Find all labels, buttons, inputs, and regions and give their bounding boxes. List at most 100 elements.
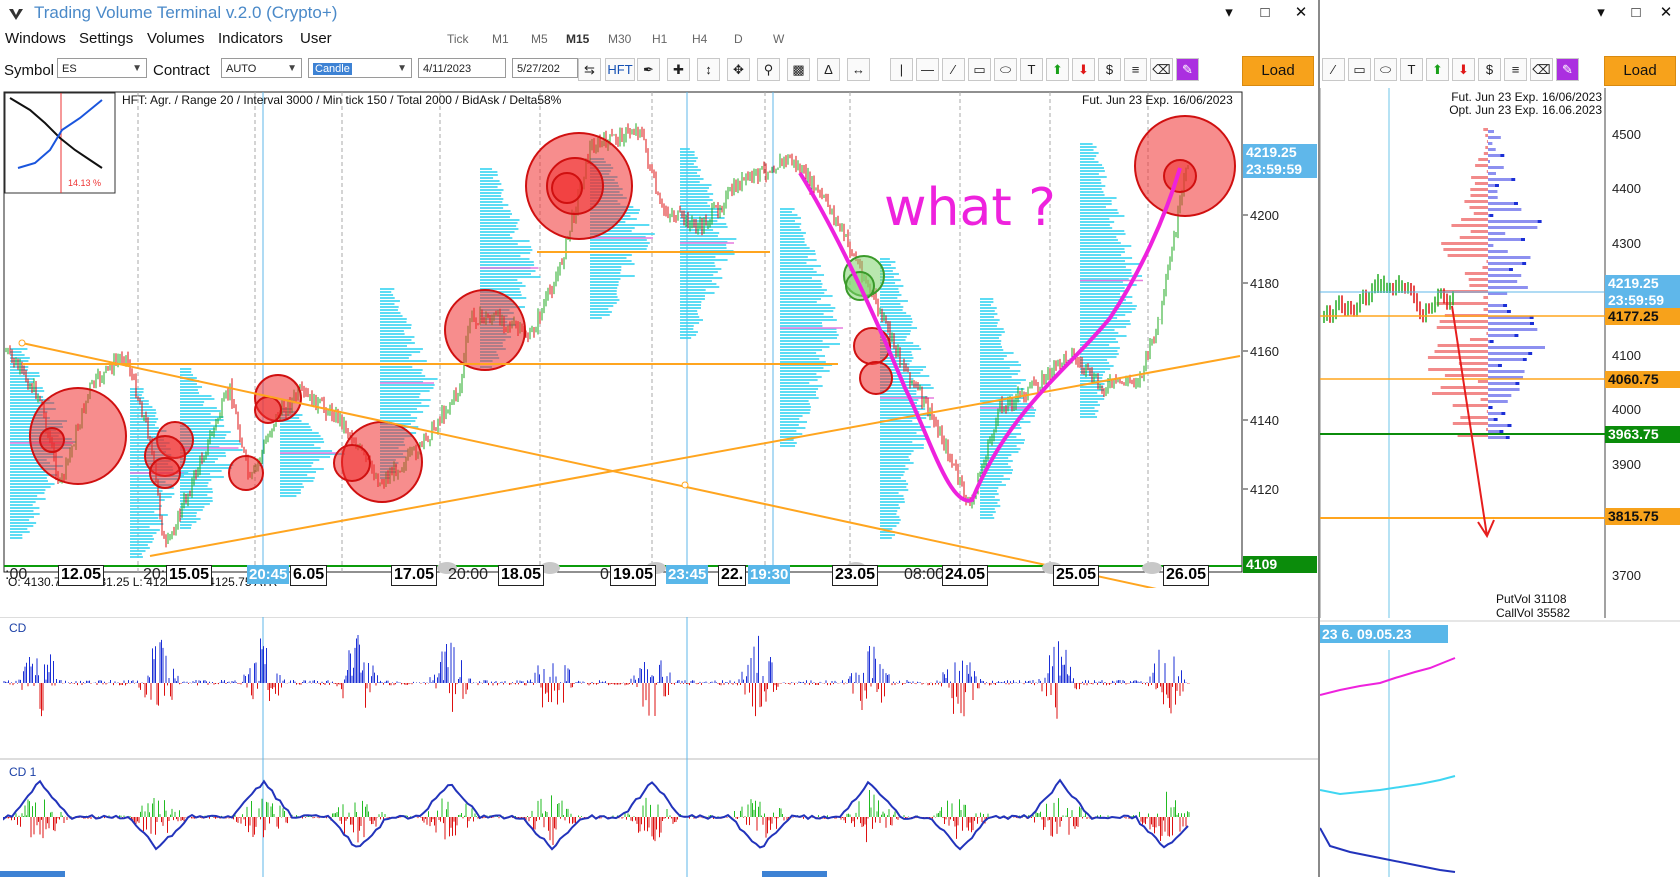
price-axis-label: 4200 — [1250, 208, 1279, 223]
arrows-icon[interactable]: ⇆ — [578, 58, 601, 81]
close-button[interactable]: ✕ — [1290, 3, 1312, 23]
side-close-button[interactable]: ✕ — [1655, 3, 1677, 23]
dollar-icon[interactable]: $ — [1478, 58, 1501, 81]
side-load-button[interactable]: Load — [1604, 56, 1676, 86]
timeframe-m30[interactable]: M30 — [608, 32, 631, 46]
timeframe-m15[interactable]: M15 — [566, 32, 589, 46]
level-tag-3: 3963.75 — [1605, 426, 1680, 443]
side-price-label: 3700 — [1612, 568, 1641, 583]
date-label: 23.05 — [832, 565, 879, 586]
chart-type-select[interactable]: Candle ▼ — [308, 58, 412, 78]
load-button[interactable]: Load — [1242, 56, 1314, 86]
options-volume-bars — [1427, 128, 1545, 439]
fibonacci-icon[interactable]: ≡ — [1504, 58, 1527, 81]
range-icon[interactable]: ↔ — [847, 58, 870, 81]
chevron-down-icon: ▼ — [132, 63, 142, 74]
timeframe-h1[interactable]: H1 — [652, 32, 667, 46]
timeframe-m5[interactable]: M5 — [531, 32, 548, 46]
side-price-label: 4000 — [1612, 402, 1641, 417]
date-label: 6.05 — [290, 565, 328, 586]
contract-label: Contract — [153, 62, 210, 79]
put-volume: PutVol 31108 — [1496, 592, 1567, 606]
options-window: ▾ □ ✕ ∕ ▭ ⬭ T ⬆ ⬇ $ ≡ ⌫ ✎ Load Fut. Jun … — [1320, 0, 1680, 877]
contract-select[interactable]: AUTO ▼ — [221, 58, 302, 78]
time-text: 20:00 — [448, 566, 489, 583]
cd1-panel-label: CD 1 — [9, 765, 37, 779]
current-price-tag: 4219.25 — [1243, 144, 1317, 161]
menu-user[interactable]: User — [300, 30, 332, 47]
price-axis-label: 4140 — [1250, 413, 1279, 428]
timeframe-m1[interactable]: M1 — [492, 32, 509, 46]
options-chart[interactable]: Fut. Jun 23 Exp. 16/06/2023 Opt. Jun 23 … — [1320, 88, 1680, 628]
arrow-up-icon[interactable]: ⬆ — [1046, 58, 1069, 81]
menu-settings[interactable]: Settings — [79, 30, 133, 47]
timeframe-h4[interactable]: H4 — [692, 32, 707, 46]
cd1-line — [3, 778, 1189, 851]
trend-line-icon[interactable]: ∕ — [942, 58, 965, 81]
price-axis-label: 4180 — [1250, 276, 1279, 291]
arrow-down-icon[interactable]: ⬇ — [1452, 58, 1475, 81]
move-icon[interactable]: ✥ — [727, 58, 750, 81]
side-maximize-button[interactable]: □ — [1625, 3, 1647, 23]
timeframe-w[interactable]: W — [773, 32, 784, 46]
main-price-chart[interactable]: what ? 14.13 % HFT: Agr. / Range 20 / In… — [0, 88, 1318, 588]
menu-indicators[interactable]: Indicators — [218, 30, 283, 47]
date-to-field[interactable]: 5/27/202 — [512, 58, 578, 78]
fibonacci-icon[interactable]: ≡ — [1124, 58, 1147, 81]
vertical-range-icon[interactable]: ↕ — [697, 58, 720, 81]
date-label: 24.05 — [942, 565, 989, 586]
eraser-icon[interactable]: ⌫ — [1150, 58, 1173, 81]
pen-icon[interactable]: ✎ — [1556, 58, 1579, 81]
date-label: 25.05 — [1053, 565, 1100, 586]
side-options-expiry: Opt. Jun 23 Exp. 16.06.2023 — [1449, 103, 1602, 117]
zoom-icon[interactable]: ⚲ — [757, 58, 780, 81]
text-icon[interactable]: T — [1020, 58, 1043, 81]
text-icon[interactable]: T — [1400, 58, 1423, 81]
trend-line-icon[interactable]: ∕ — [1322, 58, 1345, 81]
arrow-down-icon[interactable]: ⬇ — [1072, 58, 1095, 81]
ellipse-icon[interactable]: ⬭ — [1374, 58, 1397, 81]
cd-histogram — [3, 634, 1190, 719]
vertical-line-icon[interactable]: | — [890, 58, 913, 81]
timeframe-tick[interactable]: Tick — [447, 32, 469, 46]
main-chart-window: Trading Volume Terminal v.2.0 (Crypto+) … — [0, 0, 1320, 877]
call-volume: CallVol 35582 — [1496, 606, 1570, 620]
hft-button[interactable]: HFT — [605, 58, 635, 81]
eraser-icon[interactable]: ⌫ — [1530, 58, 1553, 81]
window-title: Trading Volume Terminal v.2.0 (Crypto+) — [34, 3, 338, 22]
pen-icon[interactable]: ✎ — [1176, 58, 1199, 81]
price-axis-label: 4120 — [1250, 482, 1279, 497]
level-tag-2: 4060.75 — [1605, 371, 1680, 388]
time-marker: 19:30 — [748, 565, 791, 584]
brush-icon[interactable]: ✒ — [637, 58, 660, 81]
arrow-up-icon[interactable]: ⬆ — [1426, 58, 1449, 81]
annotation-text: what ? — [884, 178, 1056, 238]
side-price-label: 3900 — [1612, 457, 1641, 472]
rectangle-icon[interactable]: ▭ — [968, 58, 991, 81]
date-from-value: 4/11/2023 — [423, 63, 472, 75]
time-marker: 20:45 — [247, 565, 290, 584]
menu-windows[interactable]: Windows — [5, 30, 66, 47]
current-time-tag: 23:59:59 — [1243, 161, 1317, 178]
dollar-icon[interactable]: $ — [1098, 58, 1121, 81]
cumulative-delta-panels[interactable] — [0, 617, 1318, 877]
timeframe-d[interactable]: D — [734, 32, 743, 46]
minimize-button[interactable]: ▾ — [1218, 3, 1240, 23]
crosshair-icon[interactable]: ✚ — [667, 58, 690, 81]
maximize-button[interactable]: □ — [1254, 3, 1276, 23]
rectangle-icon[interactable]: ▭ — [1348, 58, 1371, 81]
time-text: 20: — [143, 566, 166, 583]
horizontal-line-icon[interactable]: — — [916, 58, 939, 81]
timeline-handle[interactable] — [1142, 562, 1162, 574]
time-marker: 23:45 — [666, 565, 709, 584]
cd-panel-label: CD — [9, 621, 27, 635]
side-minimize-button[interactable]: ▾ — [1590, 3, 1612, 23]
menu-volumes[interactable]: Volumes — [147, 30, 205, 47]
side-time-tag: 23:59:59 — [1605, 292, 1680, 309]
ellipse-icon[interactable]: ⬭ — [994, 58, 1017, 81]
date-from-field[interactable]: 4/11/2023 — [418, 58, 506, 78]
futures-expiry: Fut. Jun 23 Exp. 16/06/2023 — [1082, 93, 1233, 107]
delta-icon[interactable]: Δ — [817, 58, 840, 81]
symbol-select[interactable]: ES ▼ — [57, 58, 147, 78]
bars-icon[interactable]: ▩ — [787, 58, 810, 81]
